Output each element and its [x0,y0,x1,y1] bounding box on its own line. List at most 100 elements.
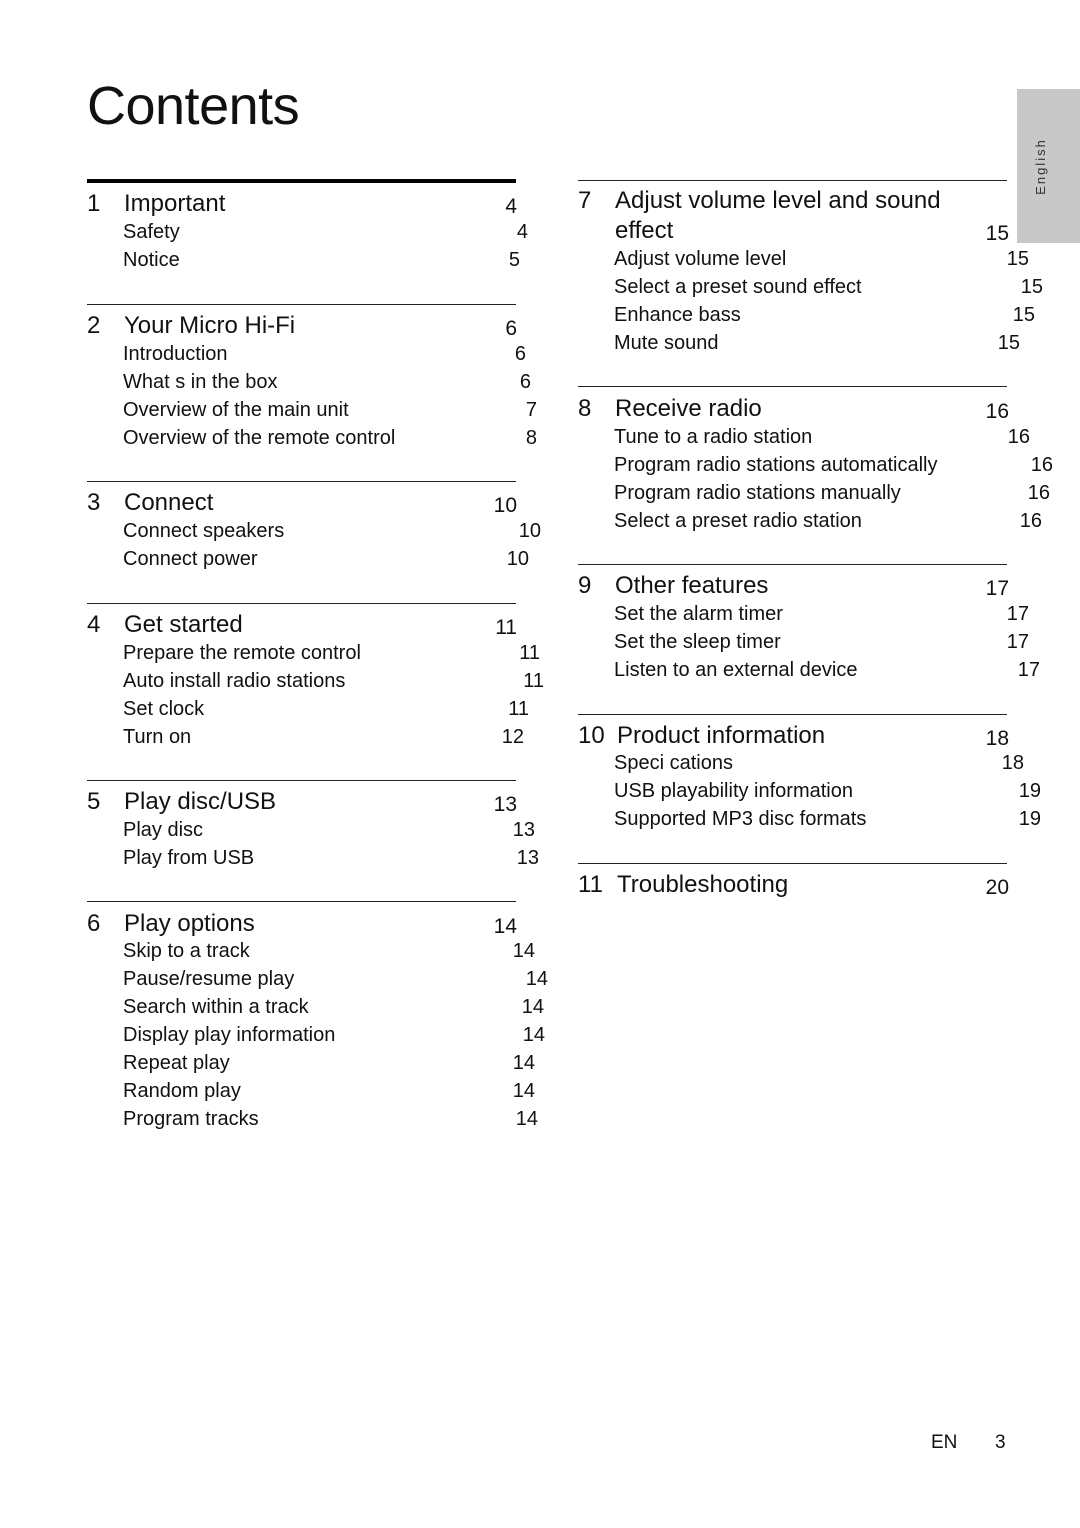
section-page-number[interactable]: 16 [986,398,1009,426]
list-item-page-number[interactable]: 4 [517,220,528,244]
list-item-page-number[interactable]: 17 [1007,602,1029,626]
list-item[interactable]: Auto install radio stations [123,669,345,693]
list-item[interactable]: Display play information [123,1023,335,1047]
section-page-number[interactable]: 10 [494,492,517,520]
section-title[interactable]: Your Micro Hi-Fi [124,312,295,340]
section-page-number[interactable]: 6 [505,315,517,343]
list-item[interactable]: Introduction [123,342,228,366]
list-item[interactable]: Connect power [123,547,258,571]
list-item[interactable]: Play from USB [123,846,254,870]
list-item-page-number[interactable]: 17 [1018,658,1040,682]
section-divider [87,481,516,482]
section-title[interactable]: Play disc/USB [124,788,276,816]
list-item-page-number[interactable]: 14 [523,1023,545,1047]
list-item[interactable]: Search within a track [123,995,309,1019]
list-item[interactable]: Overview of the main unit [123,398,349,422]
list-item[interactable]: What s in the box [123,370,278,394]
section-title[interactable]: Connect [124,489,213,517]
list-item-page-number[interactable]: 10 [507,547,529,571]
list-item-page-number[interactable]: 7 [526,398,537,422]
list-item-page-number[interactable]: 14 [516,1107,538,1131]
list-item-page-number[interactable]: 11 [508,697,529,721]
section-title[interactable]: Get started [124,611,243,639]
list-item-page-number[interactable]: 14 [522,995,544,1019]
list-item-page-number[interactable]: 14 [513,1079,535,1103]
list-item[interactable]: Program radio stations automatically [614,453,937,477]
list-item-page-number[interactable]: 16 [1031,453,1053,477]
list-item[interactable]: Notice [123,248,180,272]
section-page-number[interactable]: 14 [494,913,517,941]
list-item[interactable]: Pause/resume play [123,967,294,991]
list-item[interactable]: Enhance bass [614,303,741,327]
list-item[interactable]: Select a preset radio station [614,509,862,533]
list-item-page-number[interactable]: 17 [1007,630,1029,654]
list-item[interactable]: Set the sleep timer [614,630,781,654]
list-item-page-number[interactable]: 14 [513,1051,535,1075]
list-item-page-number[interactable]: 19 [1019,807,1041,831]
list-item-page-number[interactable]: 16 [1008,425,1030,449]
section-title[interactable]: Play options [124,910,255,938]
list-item[interactable]: Listen to an external device [614,658,858,682]
list-item-page-number[interactable]: 15 [1013,303,1035,327]
section-page-number[interactable]: 17 [986,575,1009,603]
list-item[interactable]: Adjust volume level [614,247,786,271]
list-item[interactable]: Speci cations [614,751,733,775]
list-item-page-number[interactable]: 16 [1028,481,1050,505]
list-item[interactable]: Mute sound [614,331,719,355]
section-title[interactable]: Adjust volume level and sound [615,187,941,215]
list-item-page-number[interactable]: 16 [1020,509,1042,533]
list-item-page-number[interactable]: 14 [526,967,548,991]
section-divider [578,714,1007,715]
list-item-page-number[interactable]: 10 [519,519,541,543]
list-item[interactable]: Connect speakers [123,519,284,543]
list-item-page-number[interactable]: 14 [513,939,535,963]
list-item-page-number[interactable]: 18 [1002,751,1024,775]
list-item[interactable]: Overview of the remote control [123,426,395,450]
section-title[interactable]: Product information [617,722,825,750]
list-item[interactable]: Tune to a radio station [614,425,812,449]
list-item[interactable]: Set clock [123,697,204,721]
section-title[interactable]: Receive radio [615,395,762,423]
list-item-page-number[interactable]: 15 [1007,247,1029,271]
list-item-page-number[interactable]: 19 [1019,779,1041,803]
list-item[interactable]: Select a preset sound effect [614,275,862,299]
section-number: 3 [87,489,101,516]
section-page-number[interactable]: 11 [495,614,517,642]
section-number: 6 [87,910,101,937]
section-page-number[interactable]: 18 [986,725,1009,753]
section-page-number[interactable]: 15 [986,220,1009,248]
section-page-number[interactable]: 20 [986,874,1009,902]
section-title-continued[interactable]: effect [615,217,673,245]
list-item-page-number[interactable]: 11 [523,669,544,693]
list-item-page-number[interactable]: 11 [519,641,540,665]
list-item-page-number[interactable]: 15 [998,331,1020,355]
list-item-page-number[interactable]: 5 [509,248,520,272]
list-item-page-number[interactable]: 13 [517,846,539,870]
list-item[interactable]: Prepare the remote control [123,641,361,665]
list-item[interactable]: Turn on [123,725,191,749]
list-item[interactable]: USB playability information [614,779,853,803]
list-item-page-number[interactable]: 6 [520,370,531,394]
list-item[interactable]: Repeat play [123,1051,230,1075]
list-item[interactable]: Supported MP3 disc formats [614,807,866,831]
footer-page-number: 3 [995,1432,1006,1453]
list-item-page-number[interactable]: 12 [502,725,524,749]
list-item-page-number[interactable]: 13 [513,818,535,842]
list-item[interactable]: Random play [123,1079,241,1103]
list-item[interactable]: Set the alarm timer [614,602,783,626]
section-number: 8 [578,395,592,422]
section-title[interactable]: Other features [615,572,768,600]
section-page-number[interactable]: 4 [505,193,517,221]
list-item[interactable]: Skip to a track [123,939,250,963]
list-item-page-number[interactable]: 8 [526,426,537,450]
list-item-page-number[interactable]: 15 [1021,275,1043,299]
section-divider [87,304,516,305]
section-title[interactable]: Important [124,190,225,218]
section-title[interactable]: Troubleshooting [617,871,788,899]
section-page-number[interactable]: 13 [494,791,517,819]
list-item[interactable]: Play disc [123,818,203,842]
list-item[interactable]: Program radio stations manually [614,481,901,505]
list-item[interactable]: Program tracks [123,1107,259,1131]
list-item[interactable]: Safety [123,220,180,244]
list-item-page-number[interactable]: 6 [515,342,526,366]
